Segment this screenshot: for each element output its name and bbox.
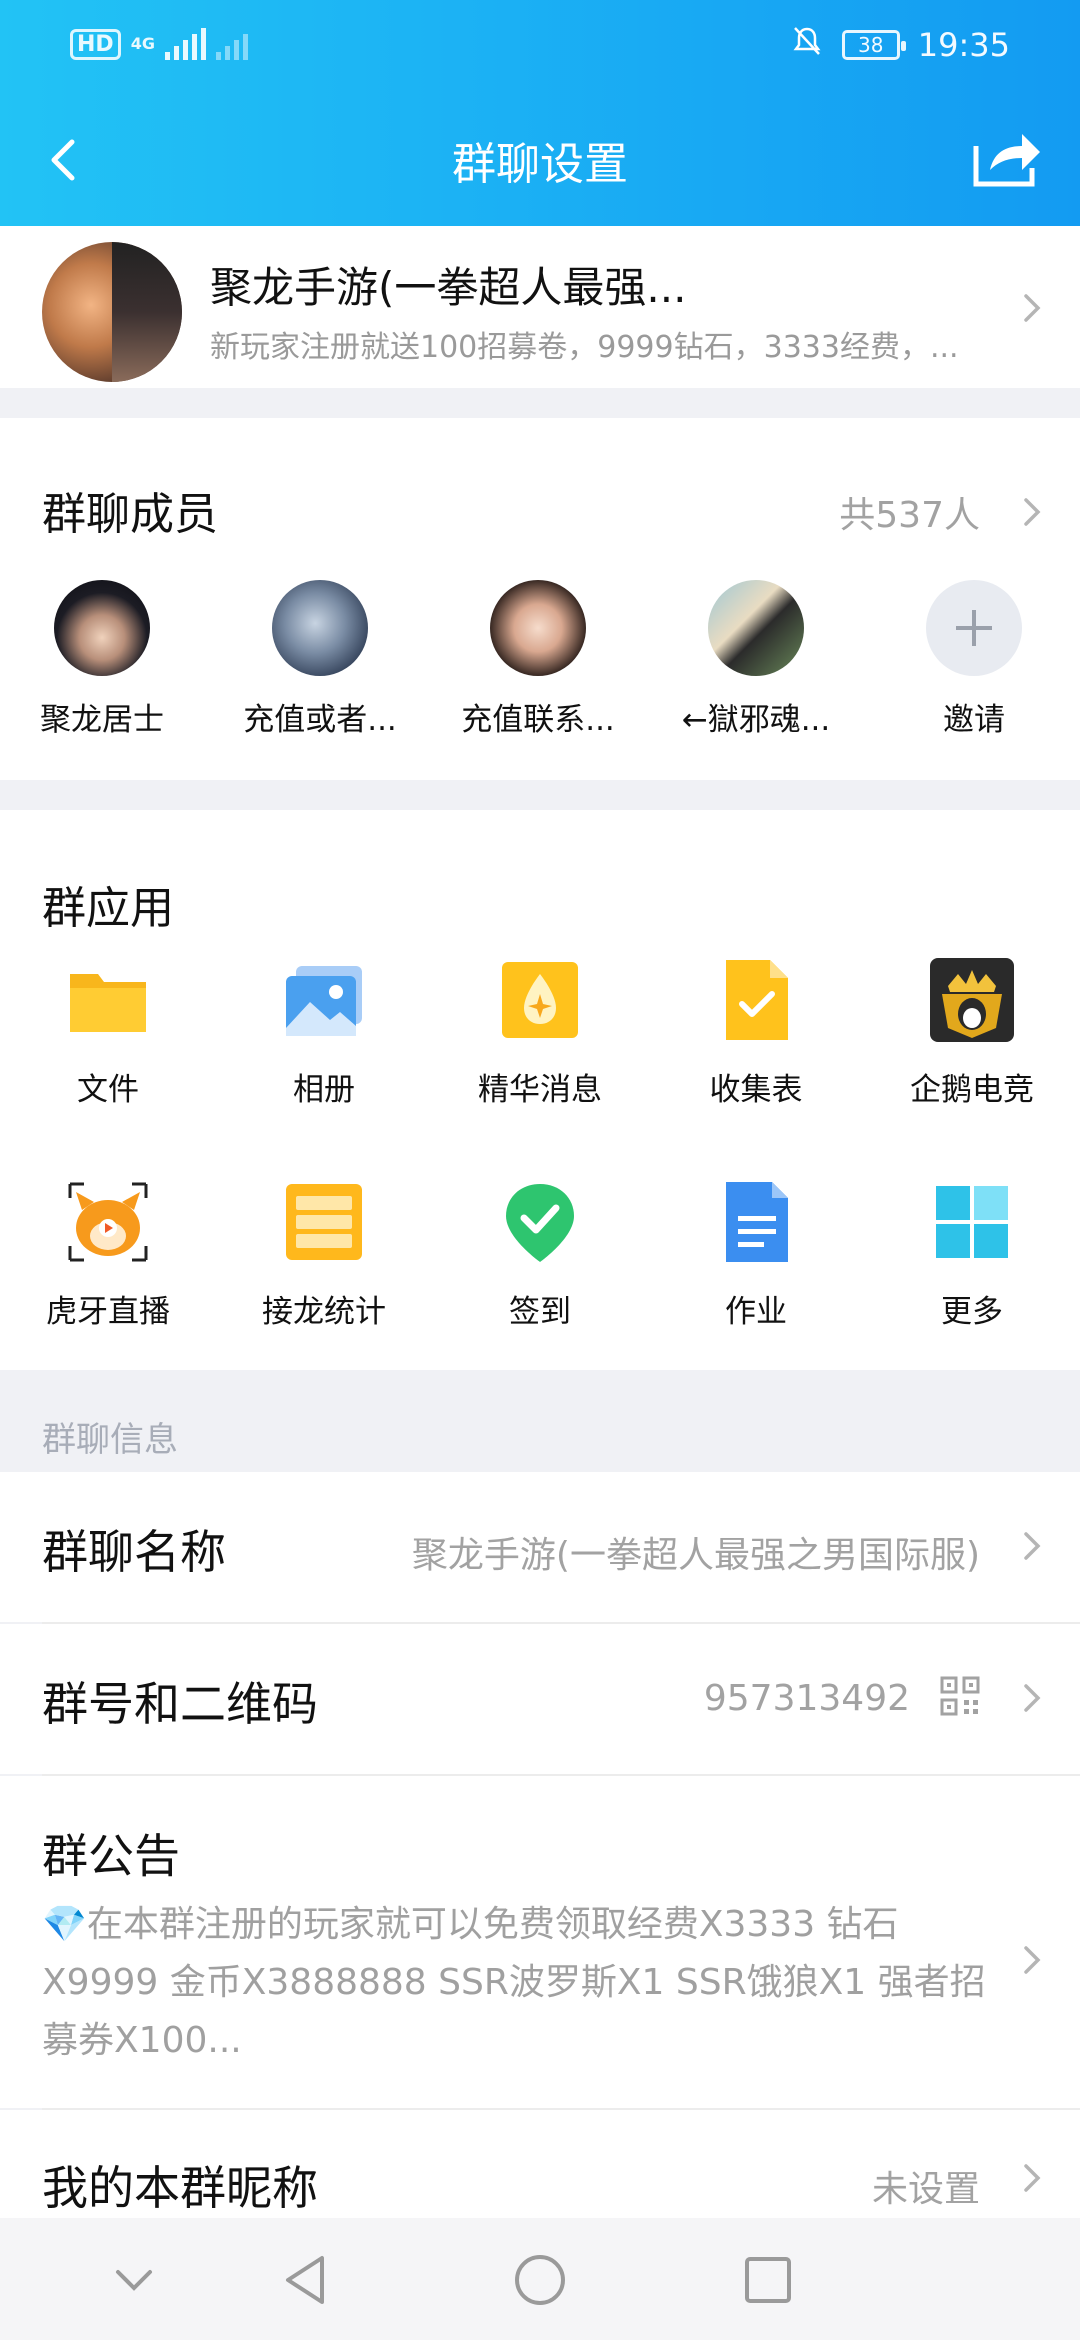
members-title: 群聊成员: [42, 489, 218, 540]
signal-2-icon: [215, 28, 248, 60]
member-count[interactable]: 共537人: [839, 486, 980, 538]
chain-stats-icon: [282, 1180, 366, 1264]
member-item[interactable]: 充值联系...: [448, 580, 628, 739]
status-right: 38 19:35: [790, 24, 1010, 66]
app-more[interactable]: 更多: [864, 1180, 1080, 1331]
group-id-value: 957313492: [703, 1678, 910, 1719]
mute-bell-icon: [790, 24, 824, 66]
member-name: 充值或者...: [243, 702, 397, 738]
group-name: 聚龙手游(一拳超人最强...: [210, 263, 687, 312]
app-label: 虎牙直播: [46, 1294, 170, 1330]
chevron-right-icon: [1020, 1940, 1044, 1980]
app-file[interactable]: 文件: [0, 958, 216, 1109]
share-icon[interactable]: [970, 124, 1044, 190]
nav-recents-icon[interactable]: [736, 2248, 800, 2312]
member-avatar: [272, 580, 368, 676]
member-avatar: [54, 580, 150, 676]
apps-title: 群应用: [42, 883, 174, 934]
nav-home-icon[interactable]: [508, 2248, 572, 2312]
chevron-right-icon: [1020, 1678, 1044, 1718]
system-nav-bar: [0, 2218, 1080, 2340]
group-id-row[interactable]: 群号和二维码 957313492: [0, 1624, 1080, 1774]
penguin-esports-icon: [930, 958, 1014, 1042]
row-label: 群公告: [42, 1829, 180, 1883]
group-profile-card[interactable]: 聚龙手游(一拳超人最强... 新玩家注册就送100招募卷，9999钻石，3333…: [0, 226, 1080, 388]
huya-icon: [66, 1180, 150, 1264]
app-essence[interactable]: 精华消息: [432, 958, 648, 1109]
row-label: 群号和二维码: [42, 1677, 318, 1731]
app-label: 精华消息: [478, 1072, 602, 1108]
more-apps-icon: [930, 1180, 1014, 1264]
app-label: 文件: [77, 1072, 139, 1108]
member-name: ←獄邪魂...: [681, 702, 831, 738]
section-label: 群聊信息: [42, 1420, 178, 1460]
notice-text: 💎在本群注册的玩家就可以免费领取经费X3333 钻石X9999 金币X38888…: [42, 1904, 986, 2061]
status-left: HD 4G: [70, 28, 248, 60]
nav-back-icon[interactable]: [276, 2248, 340, 2312]
member-name: 充值联系...: [461, 702, 615, 738]
battery-icon: 38: [841, 30, 906, 60]
row-label: 我的本群昵称: [42, 2161, 318, 2215]
app-form[interactable]: 收集表: [648, 958, 864, 1109]
member-item[interactable]: ←獄邪魂...: [666, 580, 846, 739]
app-checkin[interactable]: 签到: [432, 1180, 648, 1331]
app-album[interactable]: 相册: [216, 958, 432, 1109]
app-homework[interactable]: 作业: [648, 1180, 864, 1331]
status-bar: HD 4G 38 19:35: [0, 0, 1080, 90]
checkin-icon: [498, 1180, 582, 1264]
app-label: 相册: [293, 1072, 355, 1108]
chevron-right-icon: [1020, 288, 1044, 328]
app-chain-stats[interactable]: 接龙统计: [216, 1180, 432, 1331]
row-label: 群聊名称: [42, 1525, 226, 1579]
folder-icon: [66, 958, 150, 1042]
app-label: 接龙统计: [262, 1294, 386, 1330]
app-label: 企鹅电竞: [910, 1072, 1034, 1108]
member-name: 聚龙居士: [40, 702, 164, 738]
network-type: 4G: [130, 34, 155, 53]
group-name-row[interactable]: 群聊名称 聚龙手游(一拳超人最强之男国际服): [0, 1472, 1080, 1622]
app-label: 签到: [509, 1294, 571, 1330]
essence-icon: [498, 958, 582, 1042]
invite-label: 邀请: [943, 702, 1005, 738]
signal-icon: [164, 28, 206, 60]
album-icon: [282, 958, 366, 1042]
chevron-right-icon: [1020, 1526, 1044, 1566]
member-avatar: [490, 580, 586, 676]
header-bar: HD 4G 38 19:35 群聊设置: [0, 0, 1080, 226]
hide-nav-icon[interactable]: [102, 2248, 166, 2312]
group-avatar: [42, 242, 182, 382]
member-item[interactable]: 聚龙居士: [12, 580, 192, 739]
members-section: 群聊成员 共537人 聚龙居士 充值或者... 充值联系... ←獄邪魂... …: [0, 418, 1080, 780]
qr-code-icon: [940, 1676, 980, 1716]
group-description: 新玩家注册就送100招募卷，9999钻石，3333经费，...: [210, 330, 959, 365]
row-value: 未设置: [871, 2169, 980, 2210]
homework-icon: [714, 1180, 798, 1264]
nickname-row[interactable]: 我的本群昵称 未设置: [0, 2110, 1080, 2218]
app-label: 收集表: [709, 1072, 803, 1108]
app-huya[interactable]: 虎牙直播: [0, 1180, 216, 1331]
plus-icon: [926, 580, 1022, 676]
chevron-right-icon: [1020, 2158, 1044, 2198]
hd-badge: HD: [70, 28, 121, 60]
form-icon: [714, 958, 798, 1042]
app-label: 更多: [941, 1294, 1003, 1330]
page-title: 群聊设置: [452, 139, 628, 190]
clock: 19:35: [917, 26, 1010, 64]
app-label: 作业: [725, 1294, 787, 1330]
group-apps-section: 群应用 文件 相册 精华消息 收集表 企鹅电竞 虎牙直播 接龙统计 签到 作业 …: [0, 810, 1080, 1370]
chevron-right-icon[interactable]: [1020, 492, 1044, 532]
row-value: 聚龙手游(一拳超人最强之男国际服): [411, 1535, 980, 1576]
member-avatar: [708, 580, 804, 676]
app-penguin-esports[interactable]: 企鹅电竞: [864, 958, 1080, 1109]
invite-button[interactable]: 邀请: [884, 580, 1064, 739]
member-item[interactable]: 充值或者...: [230, 580, 410, 739]
